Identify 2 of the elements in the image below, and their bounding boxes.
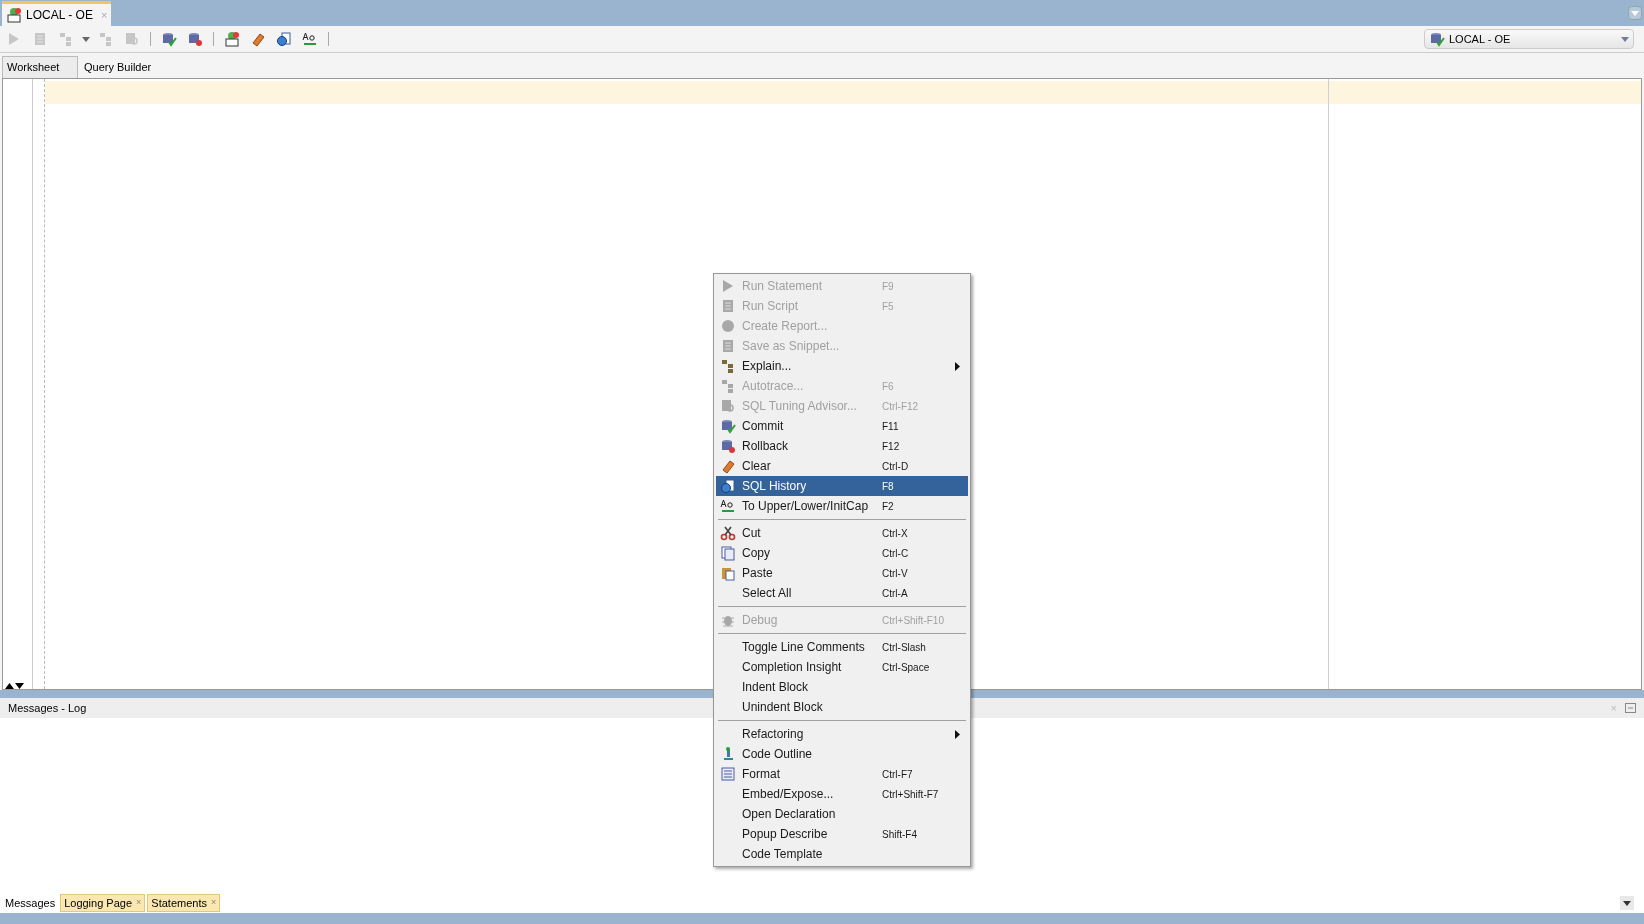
panel-title: Messages - Log xyxy=(8,700,87,716)
document-tab-title: LOCAL - OE xyxy=(26,7,93,24)
